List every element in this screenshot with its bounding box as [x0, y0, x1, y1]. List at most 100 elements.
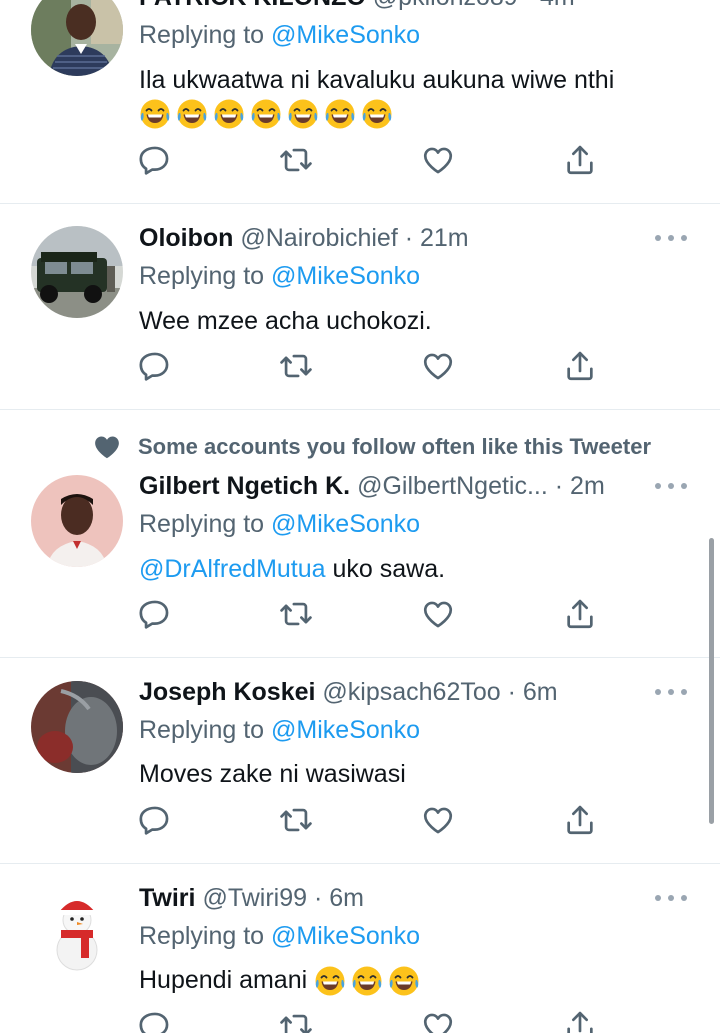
replying-to-line: Replying to @MikeSonko	[139, 507, 420, 541]
tweet-text-content: uko sawa.	[325, 555, 446, 583]
replying-to-label: Replying to	[139, 922, 272, 950]
scrollbar[interactable]	[709, 538, 714, 824]
social-context: Some accounts you follow often like this…	[92, 432, 651, 462]
tweet-header: PATRICK KILONZO @pkilonzo89 · 4m	[139, 0, 575, 14]
display-name[interactable]: PATRICK KILONZO	[139, 0, 366, 11]
replying-to-line: Replying to @MikeSonko	[139, 259, 420, 293]
replying-to-mention[interactable]: @MikeSonko	[271, 510, 420, 538]
like-icon[interactable]	[421, 597, 455, 631]
tweet-twiri[interactable]: Twiri @Twiri99 · 6m Replying to @MikeSon…	[0, 864, 720, 1033]
more-options-icon[interactable]	[655, 479, 687, 493]
reply-icon[interactable]	[138, 143, 172, 177]
replying-to-label: Replying to	[139, 510, 272, 538]
tweet-oloibon[interactable]: Oloibon @Nairobichief · 21m Replying to …	[0, 204, 720, 410]
tweet-header: Gilbert Ngetich K. @GilbertNgetic... · 2…	[139, 469, 605, 503]
face-with-tears-of-joy-icon	[361, 98, 393, 130]
tweet-text-content: Ila ukwaatwa ni kavaluku aukuna wiwe nth…	[139, 66, 615, 94]
retweet-icon[interactable]	[279, 349, 313, 383]
retweet-icon[interactable]	[279, 597, 313, 631]
tweet-patrick-kilonzo[interactable]: PATRICK KILONZO @pkilonzo89 · 4m Replyin…	[0, 0, 720, 204]
like-icon[interactable]	[421, 143, 455, 177]
display-name[interactable]: Twiri	[139, 884, 195, 912]
timestamp[interactable]: 2m	[570, 472, 605, 500]
share-icon[interactable]	[563, 1009, 597, 1033]
more-options-icon[interactable]	[655, 231, 687, 245]
more-options-icon[interactable]	[655, 0, 687, 2]
reply-icon[interactable]	[138, 803, 172, 837]
tweet-header: Joseph Koskei @kipsach62Too · 6m	[139, 675, 558, 709]
like-icon[interactable]	[421, 349, 455, 383]
retweet-icon[interactable]	[279, 1009, 313, 1033]
tweet-actions	[138, 1009, 598, 1033]
tweet-text: Hupendi amani	[139, 963, 420, 997]
replying-to-mention[interactable]: @MikeSonko	[271, 262, 420, 290]
share-icon[interactable]	[563, 349, 597, 383]
retweet-icon[interactable]	[279, 143, 313, 177]
display-name[interactable]: Joseph Koskei	[139, 678, 315, 706]
face-with-tears-of-joy-icon	[351, 965, 383, 997]
timestamp[interactable]: 21m	[420, 224, 469, 252]
face-with-tears-of-joy-icon	[139, 98, 171, 130]
timestamp[interactable]: 6m	[329, 884, 364, 912]
separator-dot: ·	[525, 0, 533, 11]
tweet-actions	[138, 143, 598, 177]
tweet-joseph-koskei[interactable]: Joseph Koskei @kipsach62Too · 6m Replyin…	[0, 658, 720, 864]
social-context-text: Some accounts you follow often like this…	[138, 434, 652, 459]
user-handle[interactable]: @Nairobichief	[240, 224, 397, 252]
face-with-tears-of-joy-icon	[213, 98, 245, 130]
more-options-icon[interactable]	[655, 891, 687, 905]
tweet-text-content: Moves zake ni wasiwasi	[139, 760, 406, 788]
reply-icon[interactable]	[138, 597, 172, 631]
share-icon[interactable]	[563, 597, 597, 631]
avatar[interactable]	[31, 226, 123, 318]
tweet-text: @DrAlfredMutua uko sawa.	[139, 552, 445, 586]
replying-to-mention[interactable]: @MikeSonko	[271, 716, 420, 744]
separator-dot: ·	[404, 224, 414, 252]
timestamp[interactable]: 4m	[540, 0, 575, 11]
share-icon[interactable]	[563, 143, 597, 177]
replying-to-line: Replying to @MikeSonko	[139, 919, 420, 953]
user-handle[interactable]: @Twiri99	[202, 884, 307, 912]
tweet-text-content: Wee mzee acha uchokozi.	[139, 307, 432, 335]
avatar[interactable]	[31, 475, 123, 567]
replying-to-label: Replying to	[139, 716, 272, 744]
emoji-row	[139, 98, 393, 130]
more-options-icon[interactable]	[655, 685, 687, 699]
like-icon[interactable]	[421, 803, 455, 837]
tweet-text-content: Hupendi amani	[139, 966, 315, 994]
retweet-icon[interactable]	[279, 803, 313, 837]
reply-icon[interactable]	[138, 1009, 172, 1033]
tweet-text-mention[interactable]: @DrAlfredMutua	[139, 555, 326, 583]
tweet-emoji-line	[139, 96, 393, 130]
share-icon[interactable]	[563, 803, 597, 837]
face-with-tears-of-joy-icon	[314, 965, 346, 997]
display-name[interactable]: Gilbert Ngetich K.	[139, 472, 350, 500]
tweet-actions	[138, 803, 598, 837]
separator-dot: ·	[507, 678, 516, 706]
tweet-text: Moves zake ni wasiwasi	[139, 757, 406, 791]
reply-icon[interactable]	[138, 349, 172, 383]
avatar[interactable]	[31, 0, 123, 76]
display-name[interactable]: Oloibon	[139, 224, 233, 252]
avatar[interactable]	[31, 681, 123, 773]
timestamp[interactable]: 6m	[523, 678, 558, 706]
replying-to-label: Replying to	[139, 21, 272, 49]
avatar[interactable]	[31, 886, 123, 978]
replying-to-line: Replying to @MikeSonko	[139, 713, 420, 747]
separator-dot: ·	[313, 884, 323, 912]
user-handle[interactable]: @kipsach62Too	[322, 678, 500, 706]
tweet-actions	[138, 597, 598, 631]
face-with-tears-of-joy-icon	[250, 98, 282, 130]
tweet-text: Wee mzee acha uchokozi.	[139, 304, 432, 338]
face-with-tears-of-joy-icon	[176, 98, 208, 130]
tweet-header: Oloibon @Nairobichief · 21m	[139, 221, 469, 255]
replying-to-mention[interactable]: @MikeSonko	[271, 21, 420, 49]
like-icon[interactable]	[421, 1009, 455, 1033]
face-with-tears-of-joy-icon	[324, 98, 356, 130]
user-handle[interactable]: @pkilonzo89	[373, 0, 518, 11]
user-handle[interactable]: @GilbertNgetic...	[357, 472, 548, 500]
replying-to-mention[interactable]: @MikeSonko	[271, 922, 420, 950]
face-with-tears-of-joy-icon	[287, 98, 319, 130]
replying-to-label: Replying to	[139, 262, 272, 290]
tweet-gilbert-ngetich[interactable]: Some accounts you follow often like this…	[0, 410, 720, 658]
